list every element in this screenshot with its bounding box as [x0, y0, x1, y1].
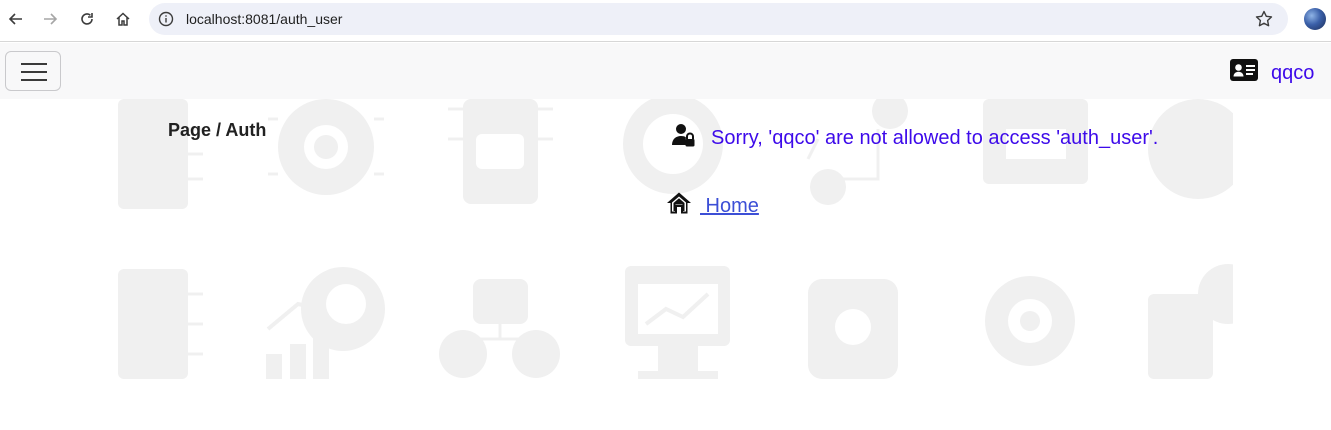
access-denied-message: Sorry, 'qqco' are not allowed to access … [711, 127, 1159, 149]
hamburger-icon[interactable] [5, 51, 61, 91]
star-icon[interactable] [1254, 9, 1274, 29]
home-icon[interactable] [666, 191, 692, 215]
breadcrumb: Page / Auth [168, 120, 267, 140]
user-name-link[interactable]: qqco [1271, 62, 1314, 85]
reload-icon[interactable] [75, 7, 99, 31]
forward-arrow-icon[interactable] [38, 7, 62, 31]
address-bar[interactable]: localhost:8081/auth_user [149, 3, 1288, 35]
browser-toolbar: localhost:8081/auth_user [0, 0, 1331, 42]
home-icon[interactable] [111, 7, 135, 31]
user-lock-icon [672, 124, 695, 147]
url-text[interactable]: localhost:8081/auth_user [186, 11, 342, 27]
id-card-icon[interactable] [1230, 59, 1258, 81]
profile-avatar[interactable] [1304, 8, 1326, 30]
main-content: Page / Auth Sorry, 'qqco' are not allowe… [0, 99, 1331, 430]
info-icon[interactable] [158, 11, 174, 27]
app-navbar: qqco [0, 43, 1331, 99]
back-arrow-icon[interactable] [4, 7, 28, 31]
home-link[interactable]: Home [700, 195, 759, 218]
